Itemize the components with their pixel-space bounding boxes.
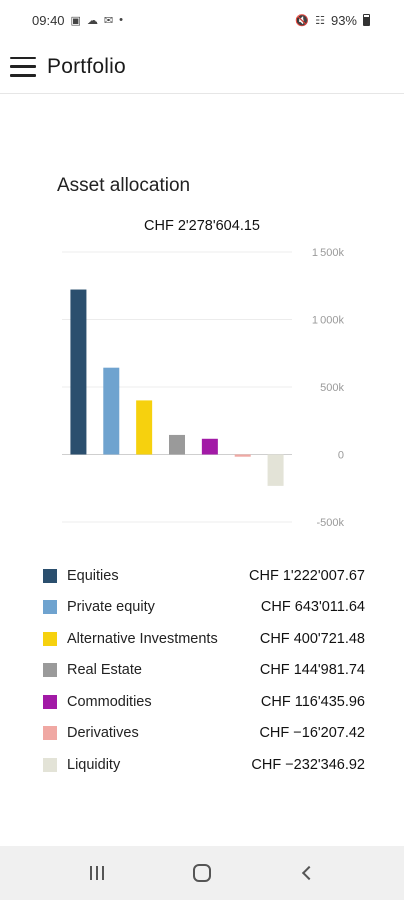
legend-row: Alternative Investments CHF 400'721.48 bbox=[43, 623, 365, 655]
home-icon bbox=[192, 864, 211, 882]
bar-liquidity[interactable] bbox=[267, 454, 284, 486]
y-tick-label: -500k bbox=[316, 517, 344, 529]
status-right: 🔇 ☷ 93% bbox=[295, 13, 370, 28]
legend-name: Real Estate bbox=[67, 662, 142, 679]
legend-row: Derivatives CHF −16'207.42 bbox=[43, 718, 365, 750]
wifi-icon: ☷ bbox=[315, 14, 325, 27]
legend-name: Alternative Investments bbox=[67, 630, 218, 647]
bar-real-estate[interactable] bbox=[169, 434, 185, 455]
legend: Equities CHF 1'222'007.67 Private equity CH… bbox=[43, 560, 365, 781]
mail-icon: ✉ bbox=[103, 14, 114, 27]
chart-total-value: CHF 2'278'604.15 bbox=[144, 218, 260, 234]
calendar-icon: ▣ bbox=[70, 14, 81, 27]
legend-swatch bbox=[43, 694, 57, 709]
legend-value: CHF 116'435.96 bbox=[260, 693, 365, 710]
legend-name: Derivatives bbox=[67, 725, 139, 742]
mute-icon: 🔇 bbox=[295, 14, 310, 27]
legend-row: Private equity CHF 643'011.64 bbox=[43, 592, 365, 624]
status-bar: 09:40 ▣ ☁ ✉ • 🔇 ☷ 93% bbox=[0, 0, 404, 40]
cloud-icon: ☁ bbox=[86, 14, 98, 27]
legend-row: Real Estate CHF 144'981.74 bbox=[43, 655, 365, 687]
legend-label-group: Equities bbox=[43, 568, 119, 584]
back-button[interactable] bbox=[287, 853, 327, 893]
legend-swatch bbox=[43, 631, 57, 646]
notification-dot-icon: • bbox=[119, 14, 124, 26]
legend-name: Equities bbox=[67, 567, 119, 584]
legend-row: Commodities CHF 116'435.96 bbox=[43, 686, 365, 718]
legend-label-group: Private equity bbox=[43, 599, 155, 615]
legend-row: Liquidity CHF −232'346.92 bbox=[43, 749, 365, 781]
bar-private-equity[interactable] bbox=[103, 367, 120, 455]
battery-percent: 93% bbox=[330, 12, 357, 28]
battery-icon bbox=[363, 14, 370, 26]
legend-name: Commodities bbox=[67, 693, 152, 710]
legend-label-group: Derivatives bbox=[43, 725, 139, 741]
legend-value: CHF 144'981.74 bbox=[259, 662, 365, 679]
legend-value: CHF 643'011.64 bbox=[260, 599, 365, 616]
legend-value: CHF 1'222'007.67 bbox=[249, 567, 365, 584]
bar-commodities[interactable] bbox=[201, 438, 218, 455]
recents-icon bbox=[90, 866, 105, 880]
y-tick-label: 0 bbox=[338, 450, 344, 462]
section-title: Asset allocation bbox=[57, 175, 191, 196]
legend-swatch bbox=[43, 568, 57, 583]
y-tick-label: 1 500k bbox=[312, 247, 345, 259]
legend-label-group: Real Estate bbox=[43, 662, 142, 678]
legend-value: CHF −232'346.92 bbox=[251, 756, 365, 773]
bar-equities[interactable] bbox=[70, 289, 87, 455]
back-icon bbox=[301, 865, 316, 881]
home-button[interactable] bbox=[182, 853, 222, 893]
legend-name: Private equity bbox=[67, 599, 155, 616]
y-tick-label: 500k bbox=[320, 382, 344, 394]
chart-total: CHF 2'278'604.15 bbox=[0, 218, 404, 234]
legend-swatch bbox=[43, 600, 57, 615]
page-title: Portfolio bbox=[47, 54, 126, 78]
legend-swatch bbox=[43, 726, 57, 741]
system-nav-bar bbox=[0, 846, 404, 900]
legend-value: CHF 400'721.48 bbox=[259, 630, 365, 647]
status-time: 09:40 bbox=[32, 12, 65, 28]
legend-row: Equities CHF 1'222'007.67 bbox=[43, 560, 365, 592]
legend-label-group: Liquidity bbox=[43, 757, 120, 773]
chart-svg: 1 500k 1 000k 500k 0 -500k bbox=[62, 247, 345, 529]
legend-value: CHF −16'207.42 bbox=[259, 725, 365, 742]
legend-name: Liquidity bbox=[67, 756, 121, 773]
legend-label-group: Alternative Investments bbox=[43, 631, 218, 647]
status-left: 09:40 ▣ ☁ ✉ • bbox=[32, 13, 123, 28]
recents-button[interactable] bbox=[77, 853, 117, 893]
asset-allocation-chart: 1 500k 1 000k 500k 0 -500k bbox=[0, 236, 404, 536]
legend-swatch bbox=[43, 663, 57, 678]
y-tick-label: 1 000k bbox=[312, 315, 345, 327]
app-bar: Portfolio bbox=[0, 40, 404, 94]
legend-label-group: Commodities bbox=[43, 694, 152, 710]
bar-alternative-investments[interactable] bbox=[136, 400, 153, 455]
bar-derivatives[interactable] bbox=[234, 454, 251, 457]
menu-icon[interactable] bbox=[10, 56, 36, 77]
legend-swatch bbox=[43, 757, 57, 772]
